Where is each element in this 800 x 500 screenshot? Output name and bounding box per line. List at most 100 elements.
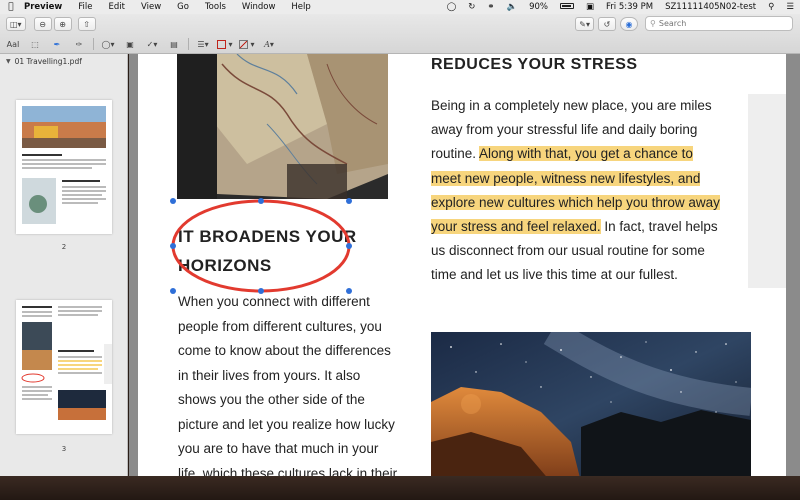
paragraph-line: come to know about the differences bbox=[178, 343, 391, 358]
sign-tool[interactable]: ✓▾ bbox=[144, 37, 160, 51]
highlight-annotation[interactable]: meet new people, witness new lifestyles,… bbox=[431, 170, 701, 186]
line-style-icon: ☰▾ bbox=[197, 39, 209, 49]
paragraph-line: people from different cultures, you bbox=[178, 318, 382, 334]
text-run: routine. bbox=[431, 146, 480, 162]
draw-icon: ✑ bbox=[75, 39, 83, 49]
zoom-out-button[interactable]: ⊖ bbox=[33, 17, 52, 31]
paragraph-line: away from your stressful life and daily … bbox=[431, 122, 698, 138]
search-input[interactable] bbox=[658, 19, 779, 28]
battery-icon[interactable] bbox=[554, 2, 580, 12]
menu-edit[interactable]: Edit bbox=[101, 2, 133, 12]
markup-icon: ◉ bbox=[625, 19, 633, 29]
page-thumbnail-2-preview bbox=[22, 106, 106, 224]
page-thumbnail-3-label: 3 bbox=[61, 445, 67, 453]
draw-tool[interactable]: ✑ bbox=[71, 37, 87, 51]
menu-user[interactable]: SZ11111405N02-test bbox=[659, 2, 762, 12]
selection-handle[interactable] bbox=[170, 288, 176, 294]
share-icon: ⇧ bbox=[83, 19, 90, 29]
signature-icon: ✓▾ bbox=[146, 39, 158, 49]
paragraph-line: life, which these cultures lack in their bbox=[178, 465, 398, 477]
map-photo-graphic bbox=[177, 54, 388, 199]
document-viewport[interactable]: IT BROADENS YOUR HORIZONS When you conne… bbox=[129, 54, 800, 476]
menu-view[interactable]: View bbox=[133, 2, 169, 12]
volume-icon[interactable]: 🔈 bbox=[500, 2, 523, 12]
selection-handle[interactable] bbox=[170, 198, 176, 204]
paragraph-line: us disconnect from our usual routine for… bbox=[431, 243, 705, 259]
night-sky-photo bbox=[431, 332, 751, 476]
paragraph-line: in their lives from yours. It also bbox=[178, 367, 361, 383]
toolbar-right-group: ✎▾ ↺ ◉ bbox=[571, 17, 638, 31]
highlight-annotation[interactable]: Along with that, you get a chance to bbox=[479, 146, 693, 162]
paragraph-line: time and let us live this time at our fu… bbox=[431, 267, 678, 283]
paragraph-line: you are to have that much in your bbox=[178, 441, 379, 456]
page-thumbnail-2[interactable] bbox=[16, 100, 112, 234]
sidebar-document-name: 01 Travelling1.pdf bbox=[14, 56, 82, 66]
apple-menu-icon[interactable]:  bbox=[0, 2, 22, 12]
fill-color-tool[interactable]: ▾ bbox=[239, 37, 255, 51]
menu-help[interactable]: Help bbox=[283, 2, 318, 12]
share-button[interactable]: ⇧ bbox=[77, 17, 96, 31]
text-selection-tool[interactable]: AaI bbox=[5, 37, 21, 51]
line-style-tool[interactable]: ☰▾ bbox=[195, 37, 211, 51]
selection-handle[interactable] bbox=[170, 243, 176, 249]
rect-selection-tool[interactable]: ⬚ bbox=[27, 37, 43, 51]
pdf-page[interactable]: IT BROADENS YOUR HORIZONS When you conne… bbox=[138, 54, 786, 476]
chevron-down-icon: ▾ bbox=[250, 39, 255, 49]
page-thumbnail-3[interactable] bbox=[16, 300, 112, 434]
text-run: In fact, travel helps bbox=[600, 219, 718, 235]
border-color-tool[interactable]: ▾ bbox=[217, 37, 233, 51]
rotate-icon: ↺ bbox=[603, 19, 611, 29]
zoom-in-button[interactable]: ⊕ bbox=[53, 17, 72, 31]
input-source-icon[interactable]: ▣ bbox=[580, 2, 600, 12]
sidebar-document-header[interactable]: ▼ 01 Travelling1.pdf bbox=[0, 54, 127, 68]
chevron-down-icon: ▾ bbox=[228, 39, 233, 49]
disclosure-triangle-icon[interactable]: ▼ bbox=[6, 58, 11, 65]
paragraph-line: When you connect with different bbox=[178, 294, 370, 309]
highlight-annotation[interactable]: your stress and feel relaxed. bbox=[431, 219, 601, 235]
desktop-dock-area bbox=[0, 476, 800, 500]
menu-tools[interactable]: Tools bbox=[197, 2, 234, 12]
menu-app-name[interactable]: Preview bbox=[22, 2, 70, 12]
shield-icon[interactable]: ◯ bbox=[441, 2, 463, 12]
shapes-tool[interactable]: ◯▾ bbox=[100, 37, 116, 51]
menu-clock[interactable]: Fri 5:39 PM bbox=[600, 2, 659, 12]
section-heading-broadens: IT BROADENS YOUR HORIZONS bbox=[178, 222, 357, 280]
menu-file[interactable]: File bbox=[70, 2, 100, 12]
page-thumbnail-3-preview bbox=[21, 306, 112, 420]
fill-color-swatch-icon bbox=[239, 39, 249, 49]
paragraph-broadens: When you connect with different people f… bbox=[178, 290, 398, 477]
spotlight-search-icon[interactable]: ⚲ bbox=[762, 2, 780, 12]
menu-go[interactable]: Go bbox=[169, 2, 197, 12]
toolbar: ◫▾ ⊖ ⊕ ⇧ ✎▾ ↺ ◉ ⚲ AaI ⬚ ✒ ✑ ◯▾ ▣ ✓▾ ▤ ☰▾… bbox=[0, 14, 800, 54]
text-box-icon: ▣ bbox=[126, 39, 134, 49]
zoom-in-icon: ⊕ bbox=[59, 19, 66, 29]
toolbar-divider bbox=[93, 38, 94, 50]
rotate-button[interactable]: ↺ bbox=[598, 17, 616, 31]
sync-icon[interactable]: ↻ bbox=[462, 2, 481, 12]
page-margin-block bbox=[748, 94, 786, 288]
paragraph-line: explore new cultures which help you thro… bbox=[431, 191, 721, 215]
text-style-tool[interactable]: A▾ bbox=[261, 37, 277, 51]
markup-toolbar: AaI ⬚ ✒ ✑ ◯▾ ▣ ✓▾ ▤ ☰▾ ▾ ▾ A▾ bbox=[0, 34, 800, 54]
markup-toolbar-button[interactable]: ◉ bbox=[620, 17, 638, 31]
wifi-icon[interactable]: ⚭ bbox=[481, 2, 500, 12]
markup-pen-button[interactable]: ✎▾ bbox=[575, 17, 594, 31]
toolbar-main-row: ◫▾ ⊖ ⊕ ⇧ ✎▾ ↺ ◉ ⚲ bbox=[0, 14, 800, 34]
sketch-tool[interactable]: ✒ bbox=[49, 37, 65, 51]
paragraph-line: picture and let you realize how lucky bbox=[178, 416, 395, 432]
highlight-annotation[interactable]: explore new cultures which help you thro… bbox=[431, 194, 720, 210]
notification-center-icon[interactable]: ☰ bbox=[780, 2, 800, 12]
sidebar-toggle-button[interactable]: ◫▾ bbox=[6, 17, 26, 31]
zoom-out-icon: ⊖ bbox=[39, 19, 46, 29]
dashed-rect-icon: ⬚ bbox=[31, 39, 39, 49]
text-selection-label: AaI bbox=[6, 39, 20, 49]
note-tool[interactable]: ▤ bbox=[166, 37, 182, 51]
heading-line: IT BROADENS YOUR bbox=[178, 227, 357, 246]
pen-icon: ✎▾ bbox=[579, 19, 590, 29]
battery-percent[interactable]: 90% bbox=[523, 2, 554, 12]
paragraph-line: your stress and feel relaxed. In fact, t… bbox=[431, 215, 721, 239]
menu-window[interactable]: Window bbox=[234, 2, 284, 12]
search-field[interactable]: ⚲ bbox=[645, 16, 793, 31]
text-box-tool[interactable]: ▣ bbox=[122, 37, 138, 51]
toolbar-divider bbox=[188, 38, 189, 50]
